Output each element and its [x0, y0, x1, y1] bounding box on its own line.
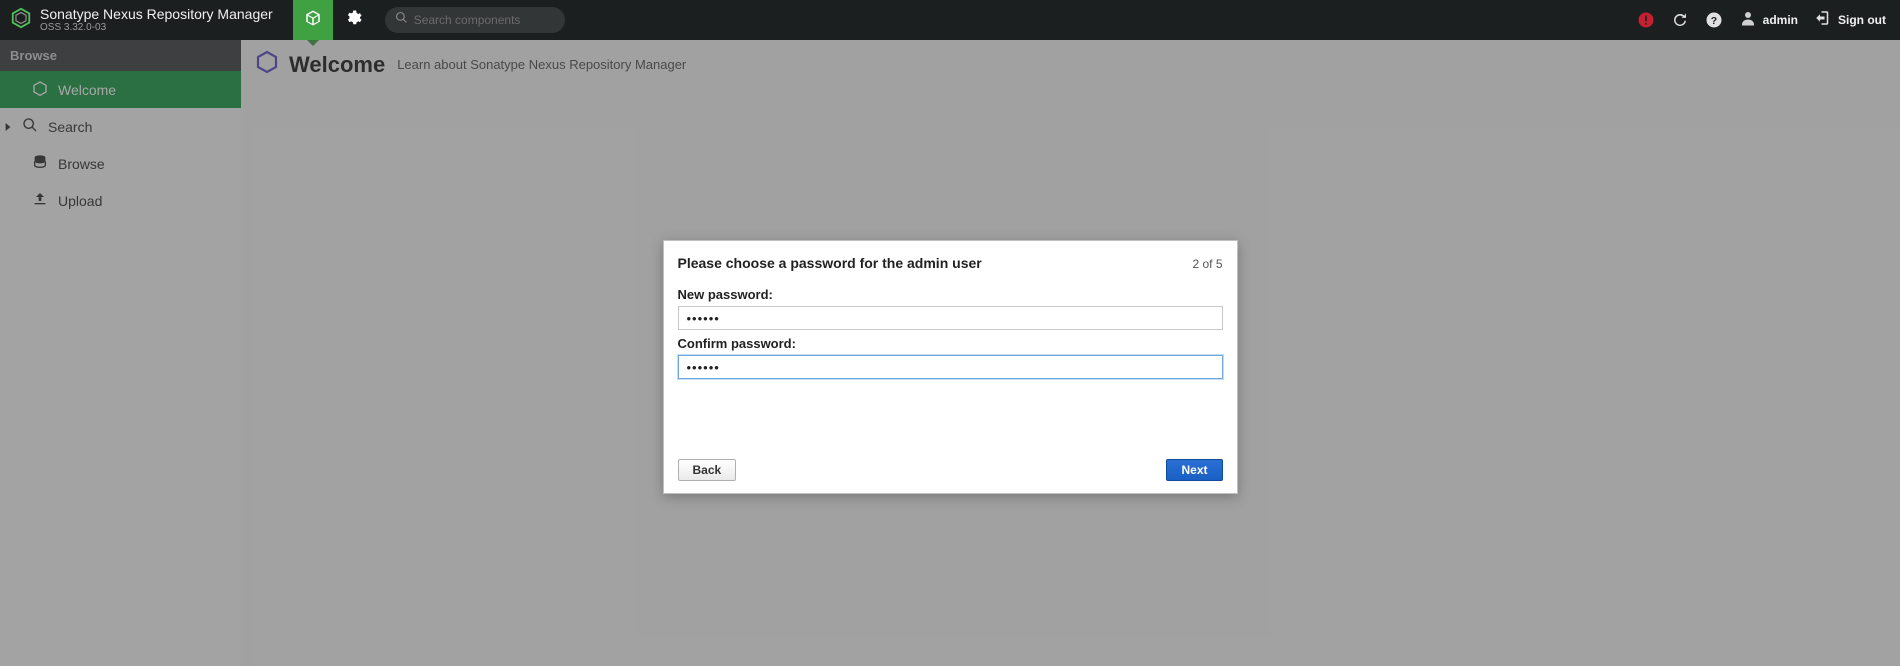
user-icon	[1739, 9, 1757, 32]
modal-title: Please choose a password for the admin u…	[678, 255, 982, 271]
help-icon[interactable]: ?	[1705, 11, 1723, 29]
search-wrap[interactable]	[385, 7, 565, 33]
cube-icon	[304, 9, 322, 32]
logo-block: Sonatype Nexus Repository Manager OSS 3.…	[0, 7, 283, 34]
new-password-input[interactable]	[678, 306, 1223, 330]
alert-icon[interactable]	[1637, 11, 1655, 29]
user-name: admin	[1763, 13, 1798, 27]
app-version: OSS 3.32.0-03	[40, 22, 273, 33]
app-header: Sonatype Nexus Repository Manager OSS 3.…	[0, 0, 1900, 40]
header-right: ? admin Sign out	[1637, 9, 1900, 32]
nexus-logo-icon	[10, 7, 32, 34]
new-password-label: New password:	[678, 287, 1223, 302]
signout-icon	[1814, 9, 1832, 32]
gear-icon	[344, 9, 362, 32]
modal-overlay: Please choose a password for the admin u…	[0, 40, 1900, 666]
search-icon	[395, 11, 414, 29]
search-input[interactable]	[414, 13, 555, 27]
confirm-password-input[interactable]	[678, 355, 1223, 379]
app-title: Sonatype Nexus Repository Manager	[40, 7, 273, 22]
header-tabs	[293, 0, 373, 40]
back-button[interactable]: Back	[678, 459, 737, 481]
next-button[interactable]: Next	[1166, 459, 1222, 481]
refresh-icon[interactable]	[1671, 11, 1689, 29]
setup-password-modal: Please choose a password for the admin u…	[663, 240, 1238, 494]
signout-label: Sign out	[1838, 13, 1886, 27]
tab-admin[interactable]	[333, 0, 373, 40]
tab-browse[interactable]	[293, 0, 333, 40]
user-menu[interactable]: admin	[1739, 9, 1798, 32]
modal-step: 2 of 5	[1192, 257, 1222, 271]
svg-text:?: ?	[1710, 15, 1716, 27]
signout-button[interactable]: Sign out	[1814, 9, 1886, 32]
confirm-password-label: Confirm password:	[678, 336, 1223, 351]
